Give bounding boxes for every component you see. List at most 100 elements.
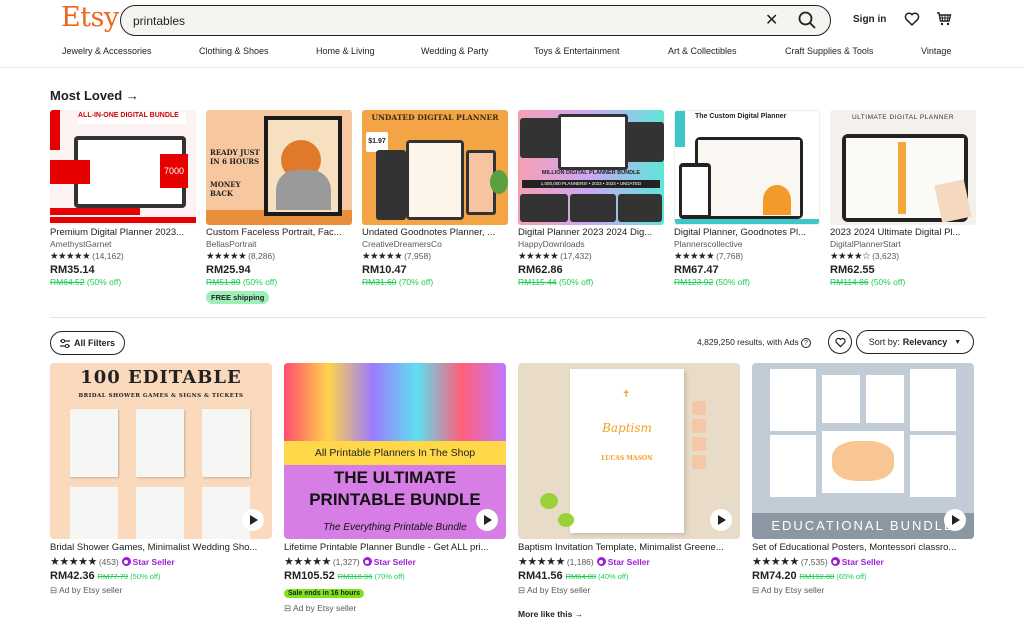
search-bar: ✕	[120, 5, 831, 36]
product-image[interactable]: ALL-IN-ONE DIGITAL BUNDLE 7000	[50, 110, 196, 225]
original-price: RM31.60	[362, 277, 397, 287]
product-image[interactable]: READY JUST IN 6 HOURS MONEY BACK	[206, 110, 352, 225]
category-nav: Jewelry & Accessories Clothing & Shoes H…	[0, 46, 1024, 62]
etsy-logo[interactable]: Etsy	[61, 2, 119, 33]
most-loved-item[interactable]: UNDATED DIGITAL PLANNER $1.97 Undated Go…	[362, 110, 508, 287]
play-video-button[interactable]	[710, 509, 732, 531]
product-title[interactable]: Premium Digital Planner 2023...	[50, 227, 196, 238]
star-seller-badge: Star Seller	[362, 557, 416, 567]
category-wedding[interactable]: Wedding & Party	[421, 46, 488, 56]
heart-icon[interactable]	[904, 11, 920, 27]
category-toys[interactable]: Toys & Entertainment	[534, 46, 620, 56]
category-craft[interactable]: Craft Supplies & Tools	[785, 46, 873, 56]
image-caption: Baptism	[602, 421, 652, 435]
category-jewelry[interactable]: Jewelry & Accessories	[62, 46, 152, 56]
star-seller-label: Star Seller	[841, 557, 884, 567]
image-tagline: The Everything Printable Bundle	[323, 522, 467, 533]
star-seller-label: Star Seller	[132, 557, 175, 567]
image-text: MONEY BACK	[210, 180, 241, 198]
price-row: RM74.20 RM192.88 (65% off)	[752, 570, 974, 582]
review-count: (3,623)	[872, 251, 900, 261]
more-like-this-link[interactable]: More like this →	[518, 609, 583, 619]
all-filters-label: All Filters	[73, 338, 115, 348]
sign-in-link[interactable]: Sign in	[853, 14, 886, 25]
discount: (50% off)	[715, 277, 750, 287]
listing-title[interactable]: Baptism Invitation Template, Minimalist …	[518, 542, 740, 553]
product-title[interactable]: 2023 2024 Ultimate Digital Pl...	[830, 227, 976, 238]
cart-icon[interactable]	[936, 11, 952, 27]
category-art[interactable]: Art & Collectibles	[668, 46, 737, 56]
price-row: RM41.56 RM64.00 (40% off)	[518, 570, 740, 582]
most-loved-item[interactable]: ALL-IN-ONE DIGITAL BUNDLE 7000 Premium D…	[50, 110, 196, 287]
play-video-button[interactable]	[944, 509, 966, 531]
product-title[interactable]: Digital Planner, Goodnotes Pl...	[674, 227, 820, 238]
ad-icon: ⊟	[50, 585, 60, 595]
star-seller-icon	[362, 557, 372, 566]
most-loved-item[interactable]: READY JUST IN 6 HOURS MONEY BACK Custom …	[206, 110, 352, 305]
site-header: Etsy ✕ Sign in Jewelry & Accessories Clo…	[0, 0, 1024, 68]
sale-price: RM41.56	[518, 570, 563, 582]
sale-price: RM105.52	[284, 570, 335, 582]
search-input[interactable]	[133, 12, 733, 30]
sale-price: RM42.36	[50, 570, 95, 582]
star-rating-icon: ★★★★★	[518, 251, 559, 262]
listing-image[interactable]: EDUCATIONAL BUNDLE	[752, 363, 974, 539]
clear-search-icon[interactable]: ✕	[765, 10, 778, 30]
help-icon[interactable]: ?	[800, 337, 811, 348]
product-image[interactable]: UNDATED DIGITAL PLANNER $1.97	[362, 110, 508, 225]
listing-image[interactable]: ✝ Baptism LUCAS MASON	[518, 363, 740, 539]
star-rating-icon: ★★★★★	[674, 251, 715, 262]
image-subcaption: BRIDAL SHOWER GAMES & SIGNS & TICKETS	[78, 393, 244, 399]
most-loved-item[interactable]: The Custom Digital Planner Digital Plann…	[674, 110, 820, 287]
save-search-button[interactable]	[828, 330, 852, 354]
product-title[interactable]: Digital Planner 2023 2024 Dig...	[518, 227, 664, 238]
product-image[interactable]: MILLION DIGITAL PLANNER BUNDLE 1,000,000…	[518, 110, 664, 225]
rating: ★★★★★ (7,768)	[674, 251, 820, 262]
filter-sliders-icon	[59, 338, 70, 348]
product-title[interactable]: Custom Faceless Portrait, Fac...	[206, 227, 352, 238]
listing-card[interactable]: 100 EDITABLE BRIDAL SHOWER GAMES & SIGNS…	[50, 363, 272, 596]
image-price-tag: $1.97	[366, 132, 388, 152]
sort-prefix: Sort by:	[868, 337, 900, 347]
review-count: (1,327)	[332, 557, 360, 567]
listing-image[interactable]: All Printable Planners In The Shop THE U…	[284, 363, 506, 539]
rating: ★★★★★ (17,432)	[518, 251, 664, 262]
listing-card[interactable]: EDUCATIONAL BUNDLE Set of Educational Po…	[752, 363, 974, 596]
category-clothing[interactable]: Clothing & Shoes	[199, 46, 269, 56]
original-price: RM318.96	[337, 572, 373, 581]
ad-icon: ⊟	[284, 603, 294, 613]
listing-title[interactable]: Set of Educational Posters, Montessori c…	[752, 542, 974, 553]
star-rating-icon: ★★★★★	[206, 251, 247, 262]
category-vintage[interactable]: Vintage	[921, 46, 951, 56]
listing-image[interactable]: 100 EDITABLE BRIDAL SHOWER GAMES & SIGNS…	[50, 363, 272, 539]
image-caption: MILLION DIGITAL PLANNER BUNDLE	[541, 170, 641, 176]
listing-title[interactable]: Lifetime Printable Planner Bundle - Get …	[284, 542, 506, 553]
image-caption: UNDATED DIGITAL PLANNER	[371, 113, 499, 122]
listing-title[interactable]: Bridal Shower Games, Minimalist Wedding …	[50, 542, 272, 553]
product-image[interactable]: The Custom Digital Planner	[674, 110, 820, 225]
ad-text: Ad by Etsy seller	[761, 585, 825, 595]
product-title[interactable]: Undated Goodnotes Planner, ...	[362, 227, 508, 238]
review-count: (8,286)	[248, 251, 276, 261]
original-price: RM77.79	[97, 572, 129, 581]
shop-name: DigitalPlannerStart	[830, 239, 901, 249]
search-icon[interactable]	[797, 10, 817, 30]
play-video-button[interactable]	[476, 509, 498, 531]
ad-label: ⊟ Ad by Etsy seller	[518, 585, 740, 596]
listing-card[interactable]: All Printable Planners In The Shop THE U…	[284, 363, 506, 614]
play-video-button[interactable]	[242, 509, 264, 531]
rating: ★★★★★ (1,186) Star Seller	[518, 555, 740, 568]
most-loved-item[interactable]: MILLION DIGITAL PLANNER BUNDLE 1,000,000…	[518, 110, 664, 287]
discount: (50% off)	[558, 277, 594, 287]
star-seller-label: Star Seller	[373, 557, 416, 567]
most-loved-heading[interactable]: Most Loved →	[50, 88, 139, 103]
all-filters-button[interactable]: All Filters	[50, 331, 125, 355]
listing-card[interactable]: ✝ Baptism LUCAS MASON Baptism Invitation…	[518, 363, 740, 596]
most-loved-item[interactable]: ULTIMATE DIGITAL PLANNER 2023 2024 Ultim…	[830, 110, 976, 287]
sale-price: RM67.47	[674, 264, 719, 276]
product-image[interactable]: ULTIMATE DIGITAL PLANNER	[830, 110, 976, 225]
discount: (70% off)	[398, 277, 434, 287]
sort-dropdown[interactable]: Sort by: Relevancy ▼	[856, 330, 974, 354]
image-caption: THE ULTIMATE PRINTABLE BUNDLE	[309, 468, 481, 509]
category-home[interactable]: Home & Living	[316, 46, 375, 56]
